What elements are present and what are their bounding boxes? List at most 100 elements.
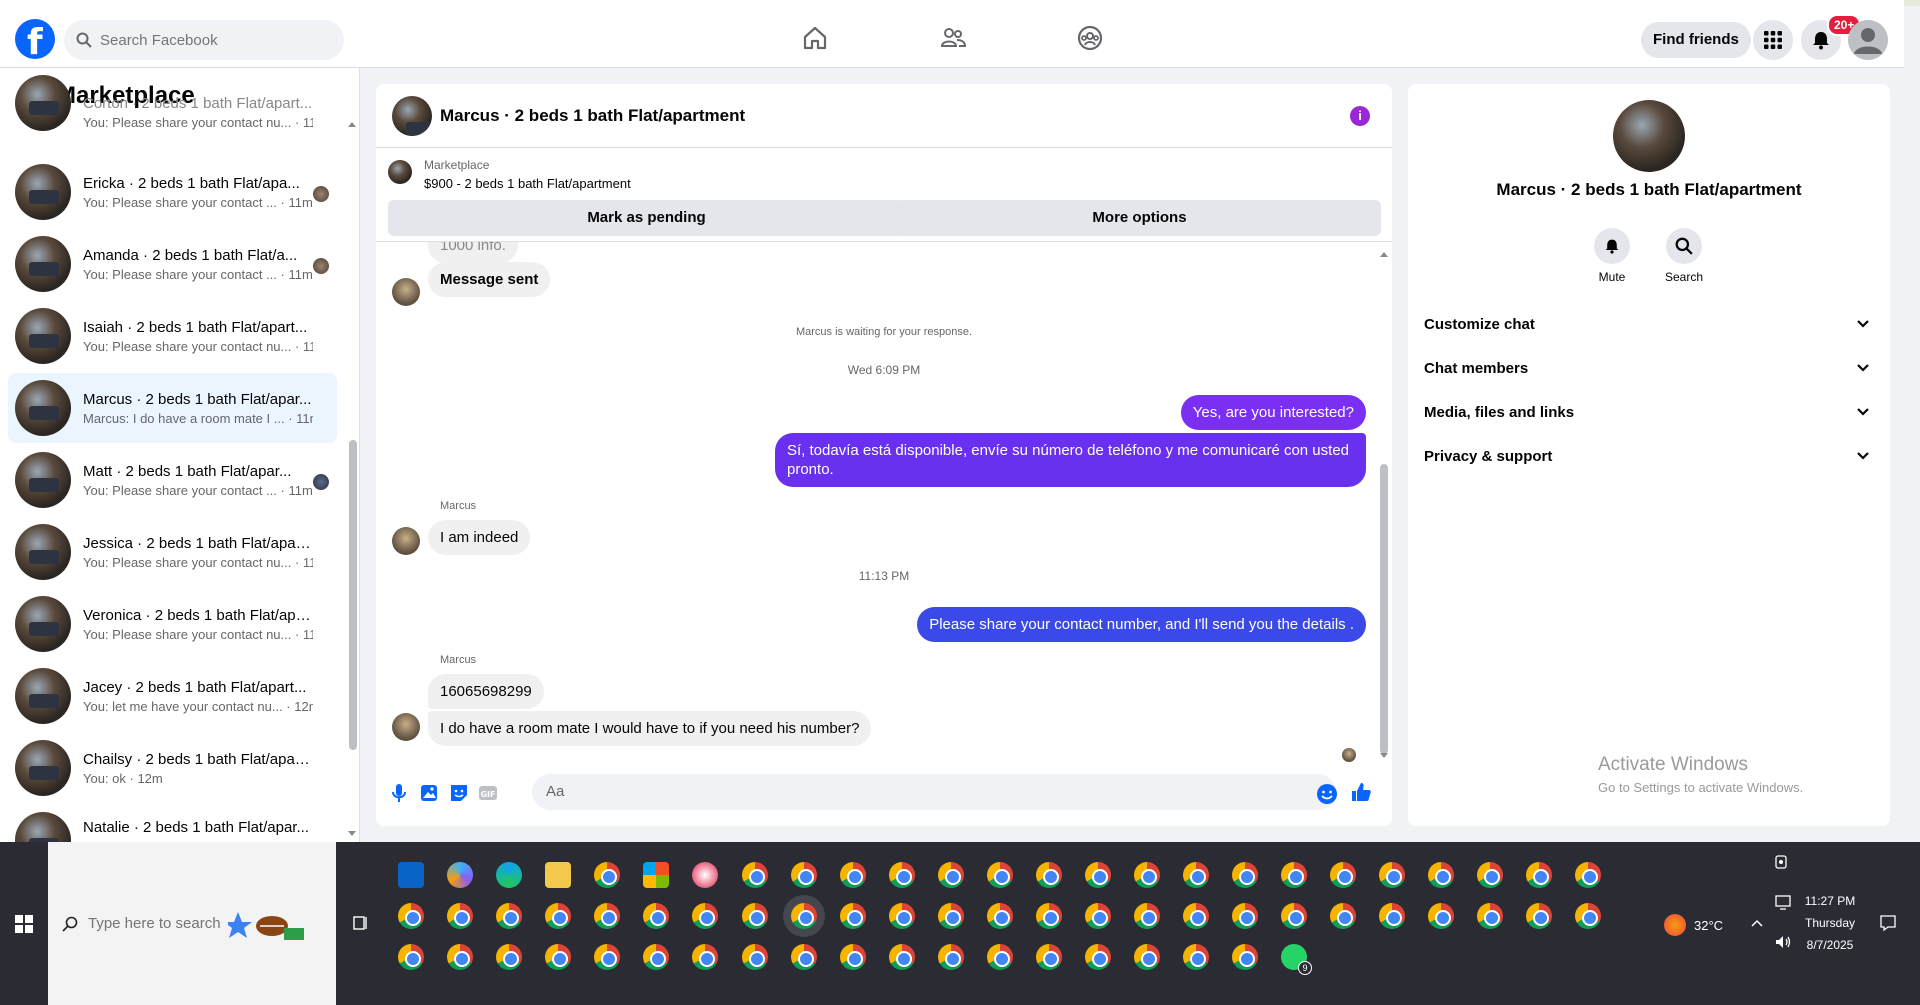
chrome-profile-icon[interactable] (938, 903, 964, 929)
thread-item[interactable]: Jessica · 2 beds 1 bath Flat/apart... You… (8, 517, 337, 587)
chrome-profile-icon[interactable] (398, 944, 424, 970)
chrome-profile-icon[interactable] (1281, 903, 1307, 929)
chrome-profile-icon[interactable] (1330, 903, 1356, 929)
microsoft-store-icon[interactable] (643, 862, 669, 888)
emoji-icon[interactable] (1316, 783, 1338, 805)
search-facebook-box[interactable] (64, 20, 344, 60)
chevron-up-icon[interactable] (1750, 918, 1764, 928)
chrome-profile-icon[interactable] (1330, 862, 1356, 888)
chrome-profile-icon[interactable] (594, 903, 620, 929)
thread-item[interactable]: Matt · 2 beds 1 bath Flat/apar... You: Pl… (8, 445, 337, 515)
listing-thumbnail[interactable] (388, 160, 412, 184)
chrome-profile-icon[interactable] (742, 862, 768, 888)
listing-title[interactable]: $900 - 2 beds 1 bath Flat/apartment (424, 176, 631, 191)
thread-item-active[interactable]: Marcus · 2 beds 1 bath Flat/apar... Marcu… (8, 373, 337, 443)
chrome-profile-icon[interactable] (742, 903, 768, 929)
scroll-down-arrow-icon[interactable] (1379, 752, 1389, 760)
chrome-profile-icon[interactable] (938, 862, 964, 888)
clock-time[interactable]: 11:27 PM (1800, 894, 1860, 908)
thread-item[interactable]: Jacey · 2 beds 1 bath Flat/apart... You: … (8, 661, 337, 731)
chrome-profile-icon[interactable] (889, 903, 915, 929)
chrome-profile-icon[interactable] (1232, 944, 1258, 970)
clock-day[interactable]: Thursday (1800, 916, 1860, 930)
chrome-profile-icon[interactable] (496, 944, 522, 970)
chrome-profile-icon[interactable] (1428, 862, 1454, 888)
chrome-profile-icon[interactable] (1477, 903, 1503, 929)
app-icon[interactable] (692, 862, 718, 888)
thread-list-scrollbar[interactable] (349, 440, 357, 750)
chrome-profile-icon[interactable] (1183, 862, 1209, 888)
chrome-profile-icon[interactable] (987, 903, 1013, 929)
chrome-profile-icon[interactable] (594, 944, 620, 970)
mute-button[interactable]: Mute (1582, 228, 1642, 284)
thread-item[interactable]: Veronica · 2 beds 1 bath Flat/apa... You:… (8, 589, 337, 659)
sticker-icon[interactable] (448, 782, 470, 804)
chrome-profile-icon[interactable] (1036, 862, 1062, 888)
copilot-icon[interactable] (447, 862, 473, 888)
chrome-profile-icon-active[interactable] (791, 903, 817, 929)
chrome-profile-icon[interactable] (1232, 862, 1258, 888)
home-icon[interactable] (801, 24, 829, 52)
chrome-profile-icon[interactable] (1281, 862, 1307, 888)
thread-item[interactable]: Corton · 2 beds 1 bath Flat/apart... You:… (8, 75, 337, 138)
chrome-profile-icon[interactable] (1085, 903, 1111, 929)
search-in-chat-button[interactable]: Search (1654, 228, 1714, 284)
thumbs-up-icon[interactable] (1350, 781, 1372, 803)
thread-item[interactable]: Isaiah · 2 beds 1 bath Flat/apart... You:… (8, 301, 337, 371)
chat-avatar[interactable] (392, 96, 432, 136)
chrome-profile-icon[interactable] (1134, 944, 1160, 970)
chrome-profile-icon[interactable] (1036, 944, 1062, 970)
chrome-profile-icon[interactable] (987, 862, 1013, 888)
taskbar-search-box[interactable] (48, 842, 336, 1005)
chrome-profile-icon[interactable] (742, 944, 768, 970)
media-files-links-row[interactable]: Media, files and links (1424, 391, 1874, 435)
chrome-profile-icon[interactable] (1085, 944, 1111, 970)
weather-icon[interactable] (1664, 914, 1686, 936)
menu-button[interactable] (1753, 20, 1793, 60)
gif-icon[interactable]: GIF (477, 782, 499, 804)
thread-item[interactable]: Natalie · 2 beds 1 bath Flat/apar... (8, 805, 337, 842)
message-input[interactable]: Aa (532, 774, 1336, 810)
chrome-profile-icon[interactable] (643, 944, 669, 970)
chrome-profile-icon[interactable] (791, 944, 817, 970)
taskbar-search-input[interactable] (88, 915, 228, 932)
facebook-logo-icon[interactable]: f (15, 19, 55, 63)
start-button[interactable] (0, 842, 48, 1005)
chrome-profile-icon[interactable] (1085, 862, 1111, 888)
chrome-profile-icon[interactable] (1379, 862, 1405, 888)
scroll-up-arrow-icon[interactable] (347, 120, 357, 128)
chrome-profile-icon[interactable] (1134, 862, 1160, 888)
chrome-profile-icon[interactable] (938, 944, 964, 970)
chrome-profile-icon[interactable] (1379, 903, 1405, 929)
customize-chat-row[interactable]: Customize chat (1424, 303, 1874, 347)
thread-item[interactable]: Ericka · 2 beds 1 bath Flat/apa... You: P… (8, 157, 337, 227)
chrome-profile-icon[interactable] (987, 944, 1013, 970)
chrome-profile-icon[interactable] (1183, 944, 1209, 970)
chrome-profile-icon[interactable] (1232, 903, 1258, 929)
chat-title[interactable]: Marcus · 2 beds 1 bath Flat/apartment (440, 106, 745, 126)
chrome-profile-icon[interactable] (791, 862, 817, 888)
temperature[interactable]: 32°C (1694, 918, 1723, 933)
chrome-profile-icon[interactable] (496, 903, 522, 929)
chrome-icon[interactable] (594, 862, 620, 888)
chrome-profile-icon[interactable] (1526, 862, 1552, 888)
chrome-profile-icon[interactable] (1036, 903, 1062, 929)
chrome-profile-icon[interactable] (692, 944, 718, 970)
microphone-icon[interactable] (388, 782, 410, 804)
thread-item[interactable]: Amanda · 2 beds 1 bath Flat/a... You: Ple… (8, 229, 337, 299)
chrome-profile-icon[interactable] (840, 944, 866, 970)
chrome-profile-icon[interactable] (1575, 903, 1601, 929)
chrome-profile-icon[interactable] (643, 903, 669, 929)
groups-icon[interactable] (1076, 24, 1104, 52)
chrome-profile-icon[interactable] (840, 862, 866, 888)
scroll-up-arrow-icon[interactable] (1379, 250, 1389, 258)
scroll-down-arrow-icon[interactable] (347, 830, 357, 838)
photo-icon[interactable] (418, 782, 440, 804)
chrome-profile-icon[interactable] (1477, 862, 1503, 888)
chrome-profile-icon[interactable] (398, 903, 424, 929)
volume-icon[interactable] (1774, 934, 1792, 950)
chrome-profile-icon[interactable] (1183, 903, 1209, 929)
mark-as-pending-button[interactable]: Mark as pending (388, 200, 905, 236)
chrome-profile-icon[interactable] (1526, 903, 1552, 929)
file-explorer-icon[interactable] (545, 862, 571, 888)
